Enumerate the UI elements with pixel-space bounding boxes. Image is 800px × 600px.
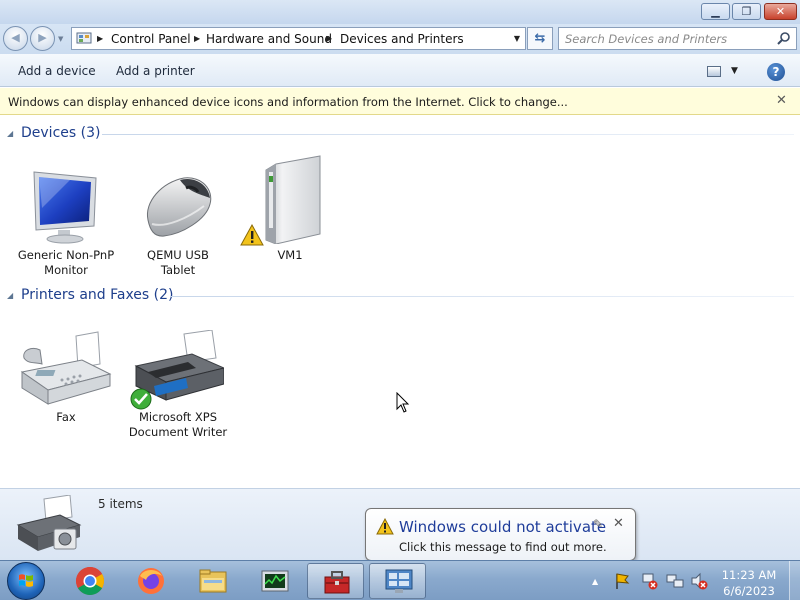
control-panel-icon (76, 32, 92, 44)
refresh-button[interactable]: ⇆ (527, 27, 553, 50)
network-disconnected-icon[interactable] (641, 572, 659, 590)
command-bar: Add a device Add a printer ▼ ? (0, 54, 800, 87)
show-desktop-button[interactable] (789, 561, 800, 600)
toolbox-icon (324, 571, 350, 594)
devices-view: ◢ Devices (3) Generic Non-PnP Monitor QE… (0, 116, 800, 488)
show-hidden-icons-icon[interactable]: ▲ (592, 577, 598, 586)
volume-muted-icon[interactable] (690, 572, 708, 590)
change-view-icon[interactable] (707, 66, 721, 77)
group-title: Printers and Faxes (2) (21, 287, 174, 303)
task-manager-icon (261, 570, 289, 592)
forward-arrow-icon: ▶ (38, 31, 47, 44)
back-button[interactable]: ◀ (3, 26, 28, 51)
balloon-title[interactable]: Windows could not activate (399, 518, 606, 536)
balloon-message[interactable]: Click this message to find out more. (399, 540, 607, 554)
explorer-icon (199, 569, 227, 593)
add-printer-button[interactable]: Add a printer (116, 64, 195, 78)
close-infobar-icon[interactable]: ✕ (776, 93, 787, 108)
wrench-options-icon[interactable]: ✎ (593, 517, 603, 531)
fax-icon (20, 331, 112, 405)
computer-tower-icon (265, 155, 321, 244)
breadcrumb-control-panel[interactable]: Control Panel (111, 32, 191, 46)
taskbar-firefox[interactable] (122, 563, 179, 599)
forward-button[interactable]: ▶ (30, 26, 55, 51)
group-header-devices[interactable]: ◢ Devices (3) (0, 124, 800, 144)
navigation-bar: ◀ ▶ ▼ ▶ Control Panel ▶ Hardware and Sou… (0, 24, 800, 54)
item-count: 5 items (98, 497, 143, 511)
clock-date: 6/6/2023 (723, 584, 775, 598)
device-label: Microsoft XPS (138, 410, 218, 424)
breadcrumb-separator-icon[interactable]: ▶ (97, 34, 103, 43)
device-label: Document Writer (128, 425, 228, 439)
balloon-close-icon[interactable]: ✕ (613, 516, 624, 531)
breadcrumb-separator-icon[interactable]: ▶ (326, 34, 332, 43)
devices-and-printers-icon (16, 495, 82, 551)
group-title: Devices (3) (21, 125, 101, 141)
device-label: Fax (56, 410, 76, 424)
search-icon[interactable] (777, 31, 791, 46)
maximize-button[interactable]: ❐ (732, 3, 761, 20)
device-label: QEMU USB (147, 248, 209, 262)
devices-printers-icon (385, 569, 413, 593)
address-dropdown-icon[interactable]: ▼ (514, 34, 520, 43)
device-label: Generic Non-PnP (17, 248, 115, 262)
group-header-printers-and-faxes[interactable]: ◢ Printers and Faxes (2) (0, 286, 800, 306)
warning-icon (240, 224, 264, 246)
group-divider (102, 134, 794, 135)
system-clock[interactable]: 11:23 AM 6/6/2023 (711, 567, 787, 599)
windows-logo-icon (19, 574, 33, 587)
minimize-icon: ▁ (711, 5, 720, 18)
action-center-flag-icon[interactable] (613, 572, 631, 590)
search-box[interactable] (558, 27, 797, 50)
view-options-dropdown-icon[interactable]: ▼ (731, 66, 738, 76)
title-bar: ▁ ❐ ✕ (0, 0, 800, 24)
taskbar-chrome[interactable] (61, 563, 118, 599)
chrome-icon (76, 567, 104, 595)
mouse-pointer-icon (396, 392, 410, 413)
taskbar: ▲ 11:23 AM 6/6/2023 (0, 560, 800, 600)
warning-icon (376, 518, 394, 535)
collapse-group-icon[interactable]: ◢ (7, 129, 13, 138)
back-arrow-icon: ◀ (11, 31, 20, 44)
device-label: Tablet (160, 263, 196, 277)
refresh-icon: ⇆ (534, 31, 546, 46)
search-input[interactable] (565, 31, 770, 47)
address-bar[interactable]: ▶ Control Panel ▶ Hardware and Sound ▶ D… (71, 27, 526, 50)
start-button[interactable] (7, 562, 45, 600)
maximize-icon: ❐ (741, 5, 752, 18)
recent-pages-dropdown-icon[interactable]: ▼ (58, 35, 63, 43)
collapse-group-icon[interactable]: ◢ (7, 291, 13, 300)
information-bar[interactable]: Windows can display enhanced device icon… (0, 88, 800, 115)
taskbar-explorer[interactable] (184, 563, 241, 599)
taskbar-devices-and-printers[interactable] (369, 563, 426, 599)
help-icon[interactable]: ? (767, 63, 785, 81)
close-icon: ✕ (775, 5, 786, 18)
breadcrumb-separator-icon[interactable]: ▶ (194, 34, 200, 43)
minimize-button[interactable]: ▁ (701, 3, 730, 20)
taskbar-task-manager[interactable] (246, 563, 303, 599)
activation-notification-balloon[interactable]: Windows could not activate Click this me… (365, 508, 636, 561)
clock-time: 11:23 AM (721, 568, 777, 582)
mouse-icon (146, 177, 212, 237)
default-printer-check-icon (130, 388, 152, 410)
group-divider (170, 296, 794, 297)
taskbar-toolbox[interactable] (307, 563, 364, 599)
breadcrumb-devices-and-printers[interactable]: Devices and Printers (340, 32, 464, 46)
add-device-button[interactable]: Add a device (18, 64, 96, 78)
network-icon[interactable] (666, 572, 684, 590)
device-label: Monitor (44, 263, 88, 277)
breadcrumb-hardware-and-sound[interactable]: Hardware and Sound (206, 32, 332, 46)
close-button[interactable]: ✕ (764, 3, 797, 20)
firefox-icon (138, 568, 164, 594)
information-bar-message[interactable]: Windows can display enhanced device icon… (8, 95, 568, 109)
monitor-icon (33, 171, 97, 244)
device-label: VM1 (277, 248, 303, 262)
